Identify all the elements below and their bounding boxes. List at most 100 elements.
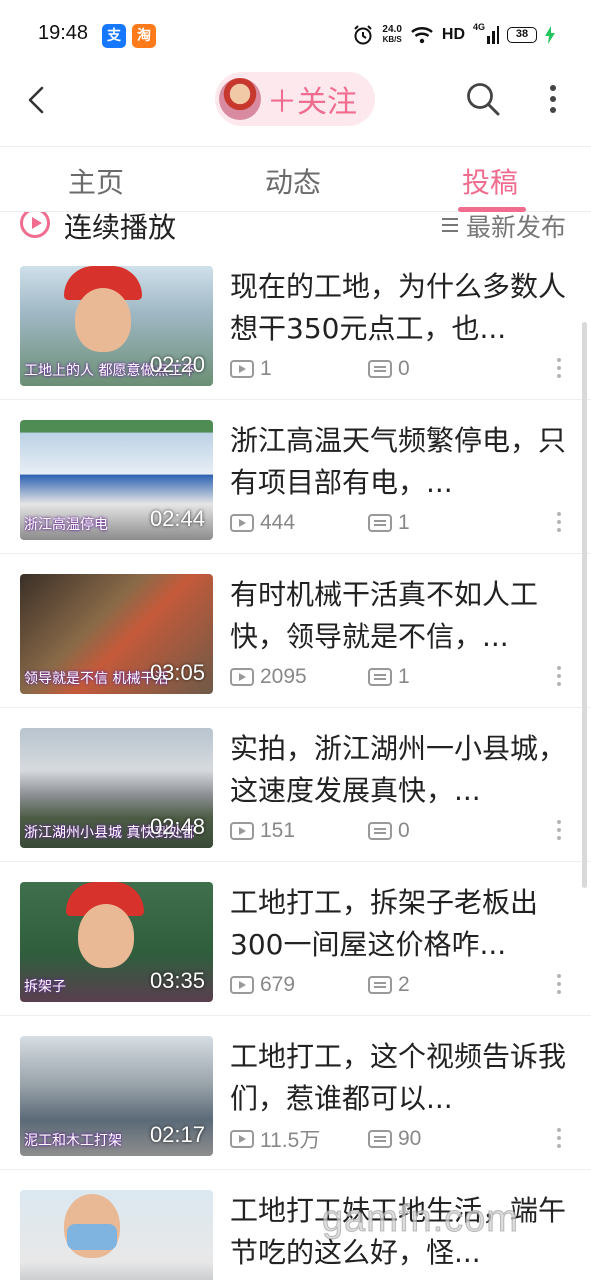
video-thumbnail[interactable]: 浙江湖州小县城 真快到处都 02:48 [20,728,213,848]
video-stats: 679 2 [230,972,410,998]
follow-label: ＋关注 [267,85,357,120]
thumbnail-caption: 领导就是不信 机械干活 [24,671,169,687]
comment-count: 0 [398,357,410,380]
video-item[interactable]: 领导就是不信 机械干活 03:05 有时机械干活真不如人工快，领导就是不信，..… [0,554,591,708]
top-nav-bar: ＋关注 [0,70,591,146]
sort-icon[interactable] [442,218,458,236]
status-right: 24.0 KB/S HD 4G 38 [352,22,555,48]
more-vertical-icon[interactable] [538,82,568,118]
play-count: 151 [260,819,296,842]
video-duration: 03:05 [149,660,205,685]
comment-count-icon [368,976,392,994]
tab-home[interactable]: 主页 [68,161,124,201]
comment-count: 1 [398,511,410,534]
video-thumbnail[interactable]: 泥工和木工打架 02:17 [20,1036,213,1156]
video-stats: 151 0 [230,818,410,844]
thumbnail-caption: 泥工和木工打架 [24,1133,122,1149]
video-thumbnail[interactable] [20,1190,213,1280]
scrollbar[interactable] [582,322,587,888]
comment-count-icon [368,668,392,686]
video-stats: 2095 1 [230,664,410,690]
play-count: 1 [260,357,272,380]
comment-count-icon [368,1130,392,1148]
play-count: 679 [260,973,296,996]
taobao-icon: 淘 [132,24,156,48]
search-icon[interactable] [464,80,502,118]
item-more-icon[interactable] [554,512,564,538]
person-face-graphic [75,288,131,352]
video-thumbnail[interactable]: 拆架子 03:35 [20,882,213,1002]
play-count-icon [230,514,254,532]
tab-submissions[interactable]: 投稿 [462,161,518,201]
speed-value: 24.0 [382,24,402,35]
video-item[interactable]: 浙江湖州小县城 真快到处都 02:48 实拍，浙江湖州一小县城，这速度发展真快，… [0,708,591,862]
video-item[interactable]: 泥工和木工打架 02:17 工地打工，这个视频告诉我们，惹谁都可以... 11.… [0,1016,591,1170]
comment-count-icon [368,822,392,840]
follow-button[interactable]: ＋关注 [215,72,375,126]
comment-count: 90 [398,1127,422,1150]
back-arrow-icon[interactable] [20,82,56,118]
video-item[interactable]: 浙江高温停电 02:44 浙江高温天气频繁停电，只有项目部有电，... 444 … [0,400,591,554]
video-duration: 02:20 [149,352,205,377]
face-mask-graphic [67,1224,117,1250]
play-count: 444 [260,511,296,534]
item-more-icon[interactable] [554,1128,564,1154]
continuous-play-icon[interactable] [20,212,50,238]
comment-count: 2 [398,973,410,996]
hd-indicator: HD [441,26,465,43]
tab-dynamics[interactable]: 动态 [265,161,321,201]
video-item[interactable]: 工地上的人 都愿意做点工不 02:20 现在的工地，为什么多数人想干350元点工… [0,246,591,400]
continuous-play-button[interactable]: 连续播放 [64,212,176,246]
video-list: 工地上的人 都愿意做点工不 02:20 现在的工地，为什么多数人想干350元点工… [0,246,591,1280]
video-thumbnail[interactable]: 领导就是不信 机械干活 03:05 [20,574,213,694]
video-duration: 02:48 [149,814,205,839]
item-more-icon[interactable] [554,974,564,1000]
video-thumbnail[interactable]: 浙江高温停电 02:44 [20,420,213,540]
watermark: gamfn.com [322,1198,519,1241]
comment-count: 1 [398,665,410,688]
thumbnail-caption: 浙江高温停电 [24,517,108,533]
video-stats: 11.5万 90 [230,1126,421,1152]
video-title[interactable]: 浙江高温天气频繁停电，只有项目部有电，... [230,420,566,504]
thumbnail-caption: 拆架子 [24,979,66,995]
charging-icon [545,26,555,44]
wifi-icon [411,27,433,44]
avatar[interactable] [219,78,261,120]
video-item[interactable]: 拆架子 03:35 工地打工，拆架子老板出300一间屋这价格咋... 679 2 [0,862,591,1016]
play-count-icon [230,1130,254,1148]
person-face-graphic [78,904,134,968]
video-title[interactable]: 有时机械干活真不如人工快，领导就是不信，... [230,574,566,658]
video-thumbnail[interactable]: 工地上的人 都愿意做点工不 02:20 [20,266,213,386]
list-subheader: 连续播放 最新发布 [0,212,591,246]
alarm-icon [354,25,373,45]
item-more-icon[interactable] [554,358,564,384]
play-count-icon [230,822,254,840]
sort-by-latest-button[interactable]: 最新发布 [466,212,566,244]
profile-tabs: 主页 动态 投稿 [0,146,591,212]
cellular-signal-icon: 4G [473,22,499,44]
video-title[interactable]: 实拍，浙江湖州一小县城，这速度发展真快，... [230,728,566,812]
comment-count-icon [368,514,392,532]
video-title[interactable]: 现在的工地，为什么多数人想干350元点工，也... [230,266,566,350]
alipay-icon: 支 [102,24,126,48]
play-count-icon [230,976,254,994]
status-bar: 19:48 支 淘 24.0 KB/S HD 4G 38 [0,0,591,70]
comment-count: 0 [398,819,410,842]
play-count-icon [230,360,254,378]
video-duration: 02:17 [149,1122,205,1147]
comment-count-icon [368,360,392,378]
status-time: 19:48 [38,22,89,44]
speed-unit: KB/S [382,35,402,44]
play-count: 11.5万 [260,1129,321,1152]
network-speed: 24.0 KB/S [382,25,401,45]
item-more-icon[interactable] [554,666,564,692]
video-duration: 02:44 [149,506,205,531]
item-more-icon[interactable] [554,820,564,846]
video-stats: 444 1 [230,510,410,536]
video-title[interactable]: 工地打工，拆架子老板出300一间屋这价格咋... [230,882,566,966]
battery-icon: 38 [507,27,537,43]
video-title[interactable]: 工地打工，这个视频告诉我们，惹谁都可以... [230,1036,566,1120]
video-duration: 03:35 [149,968,205,993]
play-count: 2095 [260,665,307,688]
play-count-icon [230,668,254,686]
